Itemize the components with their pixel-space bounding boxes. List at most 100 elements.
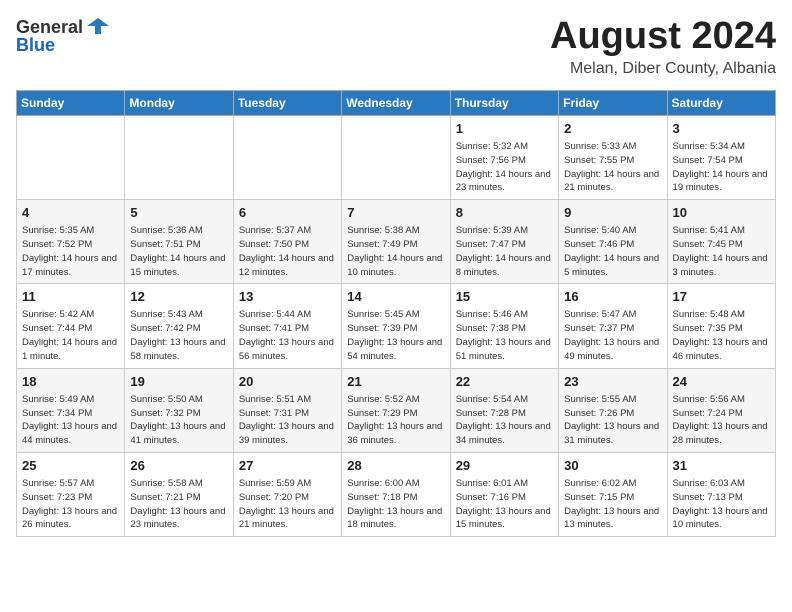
calendar-cell: 18 Sunrise: 5:49 AM Sunset: 7:34 PM Dayli… xyxy=(17,368,125,452)
calendar-cell: 19 Sunrise: 5:50 AM Sunset: 7:32 PM Dayli… xyxy=(125,368,233,452)
day-number: 15 xyxy=(456,288,553,306)
day-info: Sunrise: 5:37 AM Sunset: 7:50 PM Dayligh… xyxy=(239,224,336,279)
calendar-week-row: 18 Sunrise: 5:49 AM Sunset: 7:34 PM Dayli… xyxy=(17,368,776,452)
day-info: Sunrise: 6:00 AM Sunset: 7:18 PM Dayligh… xyxy=(347,477,444,532)
day-info: Sunrise: 5:49 AM Sunset: 7:34 PM Dayligh… xyxy=(22,393,119,448)
day-info: Sunrise: 5:54 AM Sunset: 7:28 PM Dayligh… xyxy=(456,393,553,448)
day-info: Sunrise: 5:32 AM Sunset: 7:56 PM Dayligh… xyxy=(456,140,553,195)
day-info: Sunrise: 6:01 AM Sunset: 7:16 PM Dayligh… xyxy=(456,477,553,532)
day-info: Sunrise: 5:57 AM Sunset: 7:23 PM Dayligh… xyxy=(22,477,119,532)
day-info: Sunrise: 5:46 AM Sunset: 7:38 PM Dayligh… xyxy=(456,308,553,363)
calendar-cell: 15 Sunrise: 5:46 AM Sunset: 7:38 PM Dayli… xyxy=(450,284,558,368)
calendar-cell: 3 Sunrise: 5:34 AM Sunset: 7:54 PM Daylig… xyxy=(667,115,775,199)
day-number: 7 xyxy=(347,204,444,222)
calendar-cell: 13 Sunrise: 5:44 AM Sunset: 7:41 PM Dayli… xyxy=(233,284,341,368)
calendar-cell: 20 Sunrise: 5:51 AM Sunset: 7:31 PM Dayli… xyxy=(233,368,341,452)
day-of-week-header: Thursday xyxy=(450,90,558,115)
month-year-title: August 2024 xyxy=(550,16,776,58)
day-number: 21 xyxy=(347,373,444,391)
calendar-cell: 22 Sunrise: 5:54 AM Sunset: 7:28 PM Dayli… xyxy=(450,368,558,452)
calendar-cell: 11 Sunrise: 5:42 AM Sunset: 7:44 PM Dayli… xyxy=(17,284,125,368)
day-number: 5 xyxy=(130,204,227,222)
calendar-cell xyxy=(342,115,450,199)
calendar-week-row: 4 Sunrise: 5:35 AM Sunset: 7:52 PM Daylig… xyxy=(17,200,776,284)
day-number: 27 xyxy=(239,457,336,475)
day-of-week-header: Monday xyxy=(125,90,233,115)
day-number: 8 xyxy=(456,204,553,222)
calendar-table: SundayMondayTuesdayWednesdayThursdayFrid… xyxy=(16,90,776,537)
calendar-cell: 28Sunrise: 6:00 AM Sunset: 7:18 PM Dayli… xyxy=(342,452,450,536)
calendar-cell xyxy=(17,115,125,199)
calendar-cell xyxy=(125,115,233,199)
day-number: 4 xyxy=(22,204,119,222)
calendar-cell: 24Sunrise: 5:56 AM Sunset: 7:24 PM Dayli… xyxy=(667,368,775,452)
day-info: Sunrise: 5:48 AM Sunset: 7:35 PM Dayligh… xyxy=(673,308,770,363)
calendar-cell: 8 Sunrise: 5:39 AM Sunset: 7:47 PM Daylig… xyxy=(450,200,558,284)
calendar-cell: 10 Sunrise: 5:41 AM Sunset: 7:45 PM Dayli… xyxy=(667,200,775,284)
day-info: Sunrise: 5:45 AM Sunset: 7:39 PM Dayligh… xyxy=(347,308,444,363)
day-info: Sunrise: 5:42 AM Sunset: 7:44 PM Dayligh… xyxy=(22,308,119,363)
page-header: General Blue August 2024 Melan, Diber Co… xyxy=(16,16,776,78)
day-info: Sunrise: 5:55 AM Sunset: 7:26 PM Dayligh… xyxy=(564,393,661,448)
calendar-cell: 12 Sunrise: 5:43 AM Sunset: 7:42 PM Dayli… xyxy=(125,284,233,368)
calendar-cell: 6Sunrise: 5:37 AM Sunset: 7:50 PM Daylig… xyxy=(233,200,341,284)
day-info: Sunrise: 5:39 AM Sunset: 7:47 PM Dayligh… xyxy=(456,224,553,279)
calendar-week-row: 25 Sunrise: 5:57 AM Sunset: 7:23 PM Dayli… xyxy=(17,452,776,536)
day-info: Sunrise: 5:51 AM Sunset: 7:31 PM Dayligh… xyxy=(239,393,336,448)
day-number: 9 xyxy=(564,204,661,222)
day-number: 13 xyxy=(239,288,336,306)
day-number: 17 xyxy=(673,288,770,306)
day-info: Sunrise: 5:40 AM Sunset: 7:46 PM Dayligh… xyxy=(564,224,661,279)
day-number: 14 xyxy=(347,288,444,306)
location-subtitle: Melan, Diber County, Albania xyxy=(550,60,776,78)
day-number: 10 xyxy=(673,204,770,222)
day-of-week-header: Tuesday xyxy=(233,90,341,115)
calendar-cell: 4 Sunrise: 5:35 AM Sunset: 7:52 PM Daylig… xyxy=(17,200,125,284)
logo-blue-text: Blue xyxy=(16,35,55,56)
calendar-cell: 17 Sunrise: 5:48 AM Sunset: 7:35 PM Dayli… xyxy=(667,284,775,368)
day-number: 30 xyxy=(564,457,661,475)
calendar-week-row: 11 Sunrise: 5:42 AM Sunset: 7:44 PM Dayli… xyxy=(17,284,776,368)
day-number: 19 xyxy=(130,373,227,391)
day-info: Sunrise: 6:03 AM Sunset: 7:13 PM Dayligh… xyxy=(673,477,770,532)
day-number: 12 xyxy=(130,288,227,306)
day-info: Sunrise: 5:58 AM Sunset: 7:21 PM Dayligh… xyxy=(130,477,227,532)
day-info: Sunrise: 5:50 AM Sunset: 7:32 PM Dayligh… xyxy=(130,393,227,448)
calendar-cell: 23Sunrise: 5:55 AM Sunset: 7:26 PM Dayli… xyxy=(559,368,667,452)
day-info: Sunrise: 5:33 AM Sunset: 7:55 PM Dayligh… xyxy=(564,140,661,195)
day-info: Sunrise: 5:34 AM Sunset: 7:54 PM Dayligh… xyxy=(673,140,770,195)
day-info: Sunrise: 5:38 AM Sunset: 7:49 PM Dayligh… xyxy=(347,224,444,279)
day-of-week-header: Wednesday xyxy=(342,90,450,115)
day-number: 18 xyxy=(22,373,119,391)
calendar-cell: 14 Sunrise: 5:45 AM Sunset: 7:39 PM Dayli… xyxy=(342,284,450,368)
day-number: 22 xyxy=(456,373,553,391)
title-block: August 2024 Melan, Diber County, Albania xyxy=(550,16,776,78)
logo-bird-icon xyxy=(87,16,109,39)
calendar-cell: 25 Sunrise: 5:57 AM Sunset: 7:23 PM Dayli… xyxy=(17,452,125,536)
calendar-cell: 1 Sunrise: 5:32 AM Sunset: 7:56 PM Daylig… xyxy=(450,115,558,199)
day-info: Sunrise: 5:35 AM Sunset: 7:52 PM Dayligh… xyxy=(22,224,119,279)
day-info: Sunrise: 5:43 AM Sunset: 7:42 PM Dayligh… xyxy=(130,308,227,363)
day-info: Sunrise: 5:36 AM Sunset: 7:51 PM Dayligh… xyxy=(130,224,227,279)
calendar-header-row: SundayMondayTuesdayWednesdayThursdayFrid… xyxy=(17,90,776,115)
calendar-cell: 30 Sunrise: 6:02 AM Sunset: 7:15 PM Dayli… xyxy=(559,452,667,536)
day-of-week-header: Sunday xyxy=(17,90,125,115)
calendar-cell: 27Sunrise: 5:59 AM Sunset: 7:20 PM Dayli… xyxy=(233,452,341,536)
day-number: 26 xyxy=(130,457,227,475)
day-info: Sunrise: 5:44 AM Sunset: 7:41 PM Dayligh… xyxy=(239,308,336,363)
day-of-week-header: Saturday xyxy=(667,90,775,115)
day-number: 25 xyxy=(22,457,119,475)
day-number: 3 xyxy=(673,120,770,138)
day-number: 1 xyxy=(456,120,553,138)
day-number: 16 xyxy=(564,288,661,306)
calendar-cell: 7 Sunrise: 5:38 AM Sunset: 7:49 PM Daylig… xyxy=(342,200,450,284)
day-info: Sunrise: 5:56 AM Sunset: 7:24 PM Dayligh… xyxy=(673,393,770,448)
logo: General Blue xyxy=(16,16,109,56)
day-number: 29 xyxy=(456,457,553,475)
day-number: 11 xyxy=(22,288,119,306)
day-number: 20 xyxy=(239,373,336,391)
day-info: Sunrise: 5:41 AM Sunset: 7:45 PM Dayligh… xyxy=(673,224,770,279)
day-info: Sunrise: 6:02 AM Sunset: 7:15 PM Dayligh… xyxy=(564,477,661,532)
calendar-cell: 9 Sunrise: 5:40 AM Sunset: 7:46 PM Daylig… xyxy=(559,200,667,284)
calendar-week-row: 1 Sunrise: 5:32 AM Sunset: 7:56 PM Daylig… xyxy=(17,115,776,199)
